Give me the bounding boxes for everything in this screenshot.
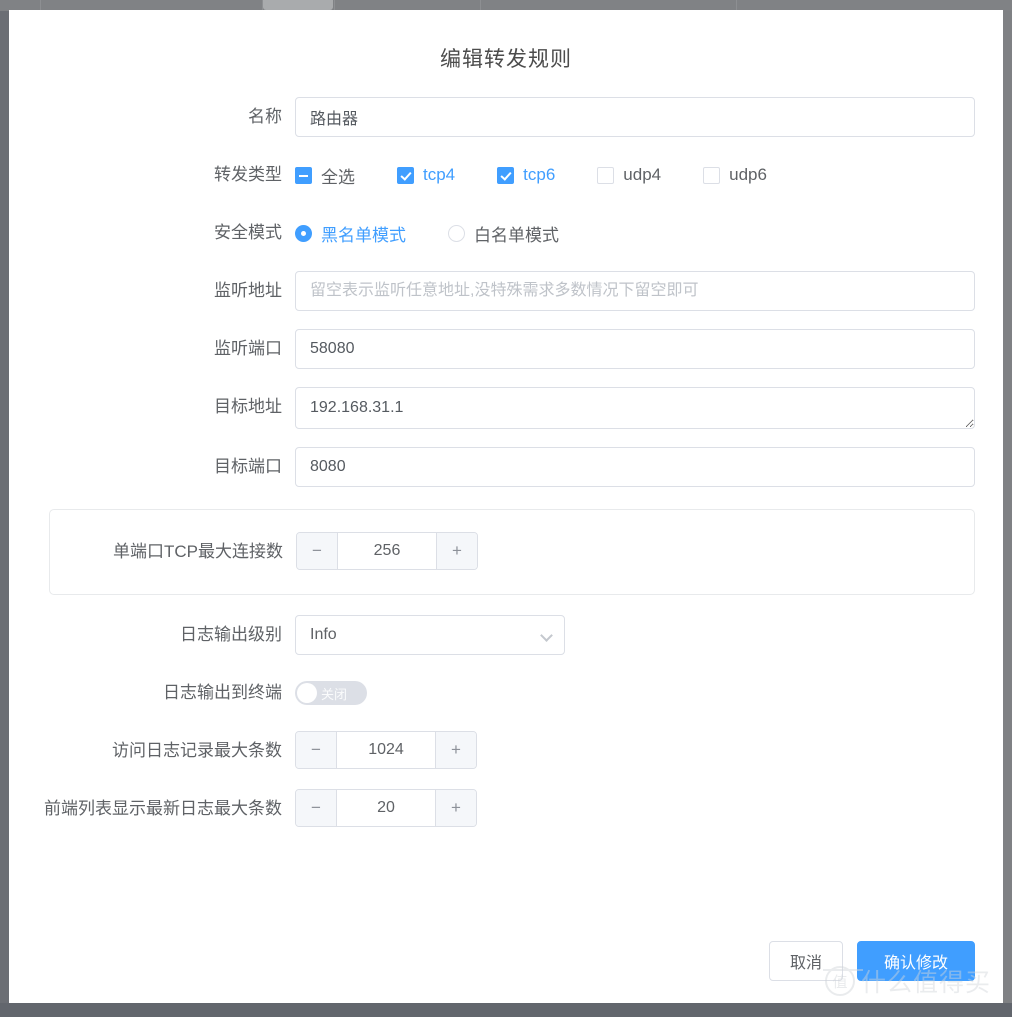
radio-label-blacklist: 黑名单模式: [321, 225, 406, 245]
backdrop-left-edge: [0, 11, 9, 1003]
dialog-footer: 取消 确认修改: [768, 941, 975, 981]
security-mode-radio-group: 黑名单模式 白名单模式: [295, 213, 975, 253]
checkbox-label-tcp4: tcp4: [423, 165, 456, 184]
name-input[interactable]: [295, 97, 975, 137]
increment-icon[interactable]: +: [435, 790, 476, 826]
label-security-mode: 安全模式: [214, 223, 282, 242]
max-access-log-value[interactable]: 1024: [337, 732, 435, 768]
max-tcp-conn-stepper: − 256 +: [296, 532, 478, 570]
backdrop-browser-tab: [263, 0, 333, 10]
checkbox-label-select-all: 全选: [321, 167, 355, 187]
target-port-input[interactable]: [295, 447, 975, 487]
log-level-selected-value: Info: [310, 626, 337, 643]
label-max-tcp-conn: 单端口TCP最大连接数: [113, 542, 283, 561]
log-level-select[interactable]: Info: [295, 615, 565, 655]
max-front-log-stepper: − 20 +: [295, 789, 477, 827]
forward-type-checkbox-group: 全选 tcp4 tcp6 udp4 udp6: [295, 155, 975, 195]
field-wrap-name: [295, 97, 1003, 137]
field-wrap-forward-type: 全选 tcp4 tcp6 udp4 udp6: [295, 155, 1003, 195]
toggle-knob: [297, 683, 317, 703]
field-row-target-port: 目标端口: [9, 447, 1003, 487]
checkbox-label-udp6: udp6: [729, 165, 767, 184]
label-max-front-log: 前端列表显示最新日志最大条数: [44, 799, 282, 818]
check-mark-icon: [497, 166, 515, 184]
field-wrap-max-access-log: − 1024 +: [295, 731, 1003, 769]
decrement-icon[interactable]: −: [296, 732, 337, 768]
field-row-listen-port: 监听端口: [9, 329, 1003, 369]
max-access-log-stepper: − 1024 +: [295, 731, 477, 769]
checkbox-udp6[interactable]: udp6: [703, 165, 767, 185]
label-max-access-log: 访问日志记录最大条数: [112, 741, 282, 760]
log-to-terminal-toggle[interactable]: 关闭: [295, 681, 367, 705]
field-row-max-tcp-conn: 单端口TCP最大连接数 − 256 +: [50, 532, 974, 572]
checkbox-empty-icon: [597, 166, 615, 184]
field-row-forward-type: 转发类型 全选 tcp4 tcp6 udp4 udp6: [9, 155, 1003, 195]
field-wrap-max-front-log: − 20 +: [295, 789, 1003, 827]
field-wrap-log-to-terminal: 关闭: [295, 673, 1003, 708]
dialog-title: 编辑转发规则: [440, 48, 572, 71]
field-row-name: 名称: [9, 97, 1003, 137]
label-log-level: 日志输出级别: [180, 625, 282, 644]
increment-icon[interactable]: +: [436, 533, 477, 569]
label-listen-port: 监听端口: [214, 339, 282, 358]
listen-port-input[interactable]: [295, 329, 975, 369]
field-row-listen-address: 监听地址: [9, 271, 1003, 311]
checkbox-empty-icon: [703, 166, 721, 184]
label-target-port: 目标端口: [214, 457, 282, 476]
checkbox-tcp6[interactable]: tcp6: [497, 165, 555, 185]
checkbox-tcp4[interactable]: tcp4: [397, 165, 455, 185]
radio-empty-icon: [448, 224, 465, 242]
field-wrap-log-level: Info: [295, 615, 1003, 655]
field-wrap-security-mode: 黑名单模式 白名单模式: [295, 213, 1003, 253]
radio-whitelist-mode[interactable]: 白名单模式: [448, 221, 559, 246]
backdrop-bottom-bar: [0, 1003, 1012, 1017]
max-tcp-conn-value[interactable]: 256: [338, 533, 436, 569]
label-forward-type: 转发类型: [214, 165, 282, 184]
decrement-icon[interactable]: −: [297, 533, 338, 569]
listen-address-input[interactable]: [295, 271, 975, 311]
decrement-icon[interactable]: −: [296, 790, 337, 826]
confirm-button[interactable]: 确认修改: [856, 941, 975, 981]
field-wrap-listen-address: [295, 271, 1003, 311]
cancel-button[interactable]: 取消: [768, 941, 843, 981]
check-mark-icon: [397, 166, 414, 184]
field-row-log-level: 日志输出级别 Info: [9, 615, 1003, 655]
label-name: 名称: [248, 107, 282, 126]
field-row-max-front-log: 前端列表显示最新日志最大条数 − 20 +: [9, 789, 1003, 829]
radio-blacklist-mode[interactable]: 黑名单模式: [295, 221, 406, 246]
checkbox-label-udp4: udp4: [623, 165, 662, 184]
checkbox-udp4[interactable]: udp4: [597, 165, 661, 185]
field-wrap-max-tcp-conn: − 256 +: [296, 532, 974, 570]
label-target-address: 目标地址: [214, 397, 282, 416]
forward-rule-form: 名称 转发类型 全选 tcp4: [9, 97, 1003, 829]
target-address-textarea[interactable]: [295, 387, 975, 429]
field-wrap-listen-port: [295, 329, 1003, 369]
chevron-down-icon: [540, 629, 553, 642]
radio-label-whitelist: 白名单模式: [474, 225, 559, 245]
checkbox-indeterminate-icon: [295, 166, 312, 184]
field-row-security-mode: 安全模式 黑名单模式 白名单模式: [9, 213, 1003, 253]
increment-icon[interactable]: +: [435, 732, 476, 768]
field-row-log-to-terminal: 日志输出到终端 关闭: [9, 673, 1003, 713]
field-wrap-target-address: [295, 387, 1003, 429]
label-log-to-terminal: 日志输出到终端: [163, 683, 282, 702]
checkbox-select-all[interactable]: 全选: [295, 163, 355, 188]
field-row-max-access-log: 访问日志记录最大条数 − 1024 +: [9, 731, 1003, 771]
checkbox-label-tcp6: tcp6: [523, 165, 556, 184]
field-row-target-address: 目标地址: [9, 387, 1003, 429]
edit-forward-rule-dialog: 编辑转发规则 名称 转发类型 全选 tcp4: [9, 10, 1003, 1003]
radio-selected-icon: [295, 224, 312, 242]
max-front-log-value[interactable]: 20: [337, 790, 435, 826]
tcp-settings-card: 单端口TCP最大连接数 − 256 +: [49, 509, 975, 595]
toggle-state-text: 关闭: [321, 686, 348, 702]
field-wrap-target-port: [295, 447, 1003, 487]
label-listen-address: 监听地址: [214, 281, 282, 300]
